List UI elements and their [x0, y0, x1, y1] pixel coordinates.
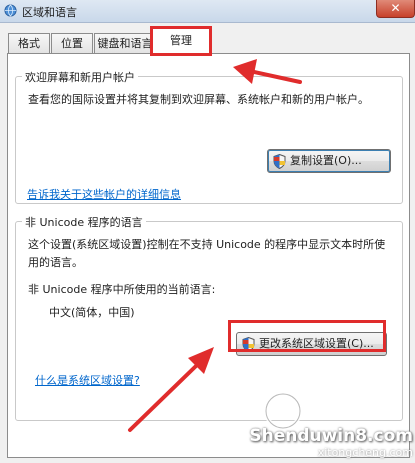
watermark: Shenduwin8.com xitongcheng.com	[249, 426, 413, 459]
arrow-to-tab	[252, 70, 302, 84]
annotation-arrows	[128, 59, 302, 432]
watermark-subtext: xitongcheng.com	[317, 446, 413, 459]
arrow-to-button	[128, 364, 198, 432]
watermark-text: Shenduwin8.com	[249, 426, 413, 446]
